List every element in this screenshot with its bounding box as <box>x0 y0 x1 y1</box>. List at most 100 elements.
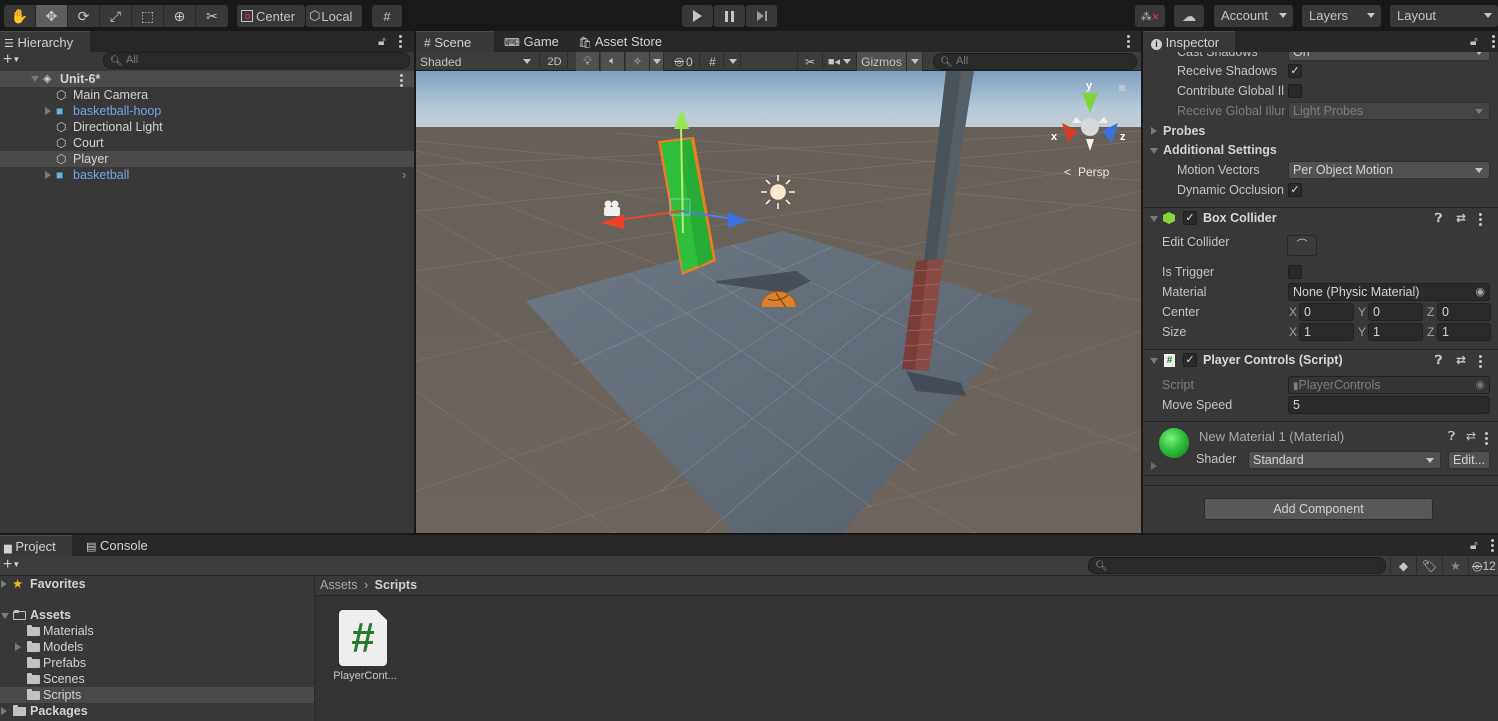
hierarchy-item[interactable]: ⬡ Directional Light <box>0 119 414 135</box>
project-tree-item[interactable]: Models <box>0 639 314 655</box>
gizmos-dropdown[interactable] <box>907 52 923 71</box>
player-controls-header[interactable]: # ✓ Player Controls (Script) ❓︎ ⇄ <box>1143 349 1498 371</box>
hierarchy-item[interactable]: ⬡ Main Camera <box>0 87 414 103</box>
presets-icon[interactable]: ⇄ <box>1456 208 1466 229</box>
object-picker-icon[interactable]: ◉ <box>1475 284 1485 300</box>
search-by-type-button[interactable]: ◆ <box>1390 556 1416 576</box>
gizmos-button[interactable]: Gizmos <box>857 52 907 71</box>
component-menu-icon[interactable] <box>1485 432 1488 447</box>
effects-toggle[interactable]: ✧ <box>626 52 650 71</box>
breadcrumb-scripts[interactable]: Scripts <box>375 578 417 592</box>
project-tree-item[interactable]: Packages <box>0 703 314 719</box>
hand-tool-button[interactable]: ✋ <box>4 5 36 27</box>
receive-gi-dropdown[interactable]: Light Probes <box>1288 102 1490 120</box>
transform-tool-button[interactable]: ⊕ <box>164 5 196 27</box>
foldout-closed-icon[interactable] <box>1 580 7 588</box>
foldout-closed-icon[interactable] <box>1 707 7 715</box>
presets-icon[interactable]: ⇄ <box>1456 350 1466 371</box>
layers-dropdown[interactable]: Layers <box>1302 5 1381 27</box>
rect-tool-button[interactable]: ⬚ <box>132 5 164 27</box>
scene-search-input[interactable]: 🔍︎ All <box>933 53 1137 70</box>
account-dropdown[interactable]: Account <box>1214 5 1293 27</box>
lock-icon[interactable]: 🔓︎ <box>1470 538 1478 553</box>
favorites-button[interactable]: ★ <box>1442 556 1468 576</box>
pause-button[interactable] <box>714 5 745 27</box>
hierarchy-item[interactable]: ■ basketball-hoop <box>0 103 414 119</box>
scale-tool-button[interactable]: ⤢ <box>100 5 132 27</box>
center-y-field[interactable]: 0 <box>1368 303 1423 321</box>
foldout-closed-icon[interactable] <box>15 643 21 651</box>
draw-mode-dropdown[interactable]: Shaded <box>416 52 540 71</box>
layout-dropdown[interactable]: Layout <box>1390 5 1498 27</box>
tab-console[interactable]: ▤ Console <box>82 535 162 556</box>
2d-toggle[interactable]: 2D <box>542 52 568 71</box>
asset-item[interactable]: # PlayerCont... <box>329 604 401 688</box>
tools-toggle[interactable]: ✂ <box>797 52 823 71</box>
shader-edit-button[interactable]: Edit... <box>1448 451 1490 469</box>
box-collider-enabled-checkbox[interactable]: ✓ <box>1183 211 1197 225</box>
probes-section[interactable]: Probes <box>1143 121 1498 141</box>
collab-button[interactable]: ⁂✕ <box>1135 5 1165 27</box>
grid-toggle[interactable]: # <box>702 52 724 71</box>
lock-icon[interactable] <box>1119 85 1125 91</box>
add-component-button[interactable]: Add Component <box>1204 498 1433 520</box>
foldout-closed-icon[interactable] <box>45 107 51 115</box>
project-tree-item[interactable]: Assets <box>0 607 314 623</box>
motion-vectors-dropdown[interactable]: Per Object Motion <box>1288 161 1490 179</box>
tab-game[interactable]: ⌨ Game <box>500 31 570 52</box>
player-controls-enabled-checkbox[interactable]: ✓ <box>1183 353 1197 367</box>
hidden-objects-toggle[interactable]: ◎ 0 <box>668 52 700 71</box>
pivot-toggle[interactable]: Center <box>237 5 305 27</box>
chevron-right-icon[interactable]: › <box>402 167 406 183</box>
tab-scene[interactable]: # Scene <box>416 31 494 52</box>
help-icon[interactable]: ❓︎ <box>1448 429 1455 444</box>
size-z-field[interactable]: 1 <box>1437 323 1491 341</box>
dynamic-occlusion-checkbox[interactable]: ✓ <box>1288 183 1302 197</box>
space-toggle[interactable]: ⬡ Local <box>306 5 362 27</box>
custom-tool-button[interactable]: ✂ <box>196 5 228 27</box>
step-button[interactable] <box>746 5 777 27</box>
create-button[interactable]: +▼ <box>3 557 20 573</box>
edit-collider-button[interactable]: ⌒ <box>1287 235 1317 256</box>
audio-toggle[interactable]: 🔈︎ <box>601 52 625 71</box>
camera-gizmo-icon[interactable] <box>604 200 620 217</box>
scene-viewport[interactable]: y x z < Persp <box>416 71 1141 533</box>
help-icon[interactable]: ❓︎ <box>1435 208 1442 229</box>
is-trigger-checkbox[interactable] <box>1288 265 1302 279</box>
search-by-label-button[interactable]: 🏷︎ <box>1416 556 1442 576</box>
project-tree-item[interactable]: Materials <box>0 623 314 639</box>
receive-shadows-checkbox[interactable]: ✓ <box>1288 64 1302 78</box>
cast-shadows-dropdown[interactable]: On <box>1288 52 1490 61</box>
tab-hierarchy[interactable]: ☰ Hierarchy <box>0 31 90 52</box>
more-menu-icon[interactable] <box>1492 35 1495 50</box>
move-tool-button[interactable]: ✥ <box>36 5 68 27</box>
foldout-closed-icon[interactable] <box>1151 462 1157 470</box>
snap-button[interactable]: # <box>372 5 402 27</box>
camera-dropdown[interactable]: ■◂ <box>823 52 857 71</box>
lock-icon[interactable]: 🔓︎ <box>378 34 386 49</box>
create-button[interactable]: +▼ <box>3 52 20 68</box>
tab-asset-store[interactable]: 🛍︎ Asset Store <box>574 31 674 52</box>
project-tree-item[interactable]: ★ Favorites <box>0 576 314 592</box>
hierarchy-item[interactable]: ⬡ Player <box>0 151 414 167</box>
center-x-field[interactable]: 0 <box>1299 303 1354 321</box>
box-collider-header[interactable]: ✓ Box Collider ❓︎ ⇄ <box>1143 207 1498 229</box>
center-z-field[interactable]: 0 <box>1437 303 1491 321</box>
more-menu-icon[interactable] <box>1127 35 1130 50</box>
light-gizmo-icon[interactable] <box>761 175 795 209</box>
project-tree-item[interactable]: Scenes <box>0 671 314 687</box>
more-menu-icon[interactable] <box>399 35 402 50</box>
presets-icon[interactable]: ⇄ <box>1466 429 1476 443</box>
effects-dropdown[interactable] <box>650 52 664 71</box>
breadcrumb-assets[interactable]: Assets <box>320 578 358 592</box>
more-menu-icon[interactable] <box>1491 539 1494 554</box>
project-search-input[interactable]: 🔍︎ <box>1088 557 1386 574</box>
project-tree-item[interactable]: Prefabs <box>0 655 314 671</box>
project-tree-item[interactable]: Scripts <box>0 687 314 703</box>
scene-row[interactable]: ◈ Unit-6* <box>0 71 414 87</box>
hidden-packages-toggle[interactable]: ◎12 <box>1468 556 1498 576</box>
projection-label[interactable]: Persp <box>1078 165 1110 179</box>
tab-inspector[interactable]: i Inspector <box>1143 31 1235 52</box>
move-speed-field[interactable]: 5 <box>1288 396 1490 414</box>
hierarchy-search-input[interactable]: 🔍︎ All <box>103 52 410 69</box>
